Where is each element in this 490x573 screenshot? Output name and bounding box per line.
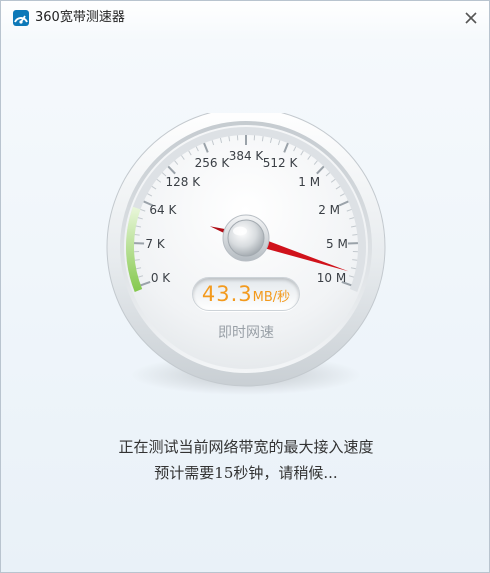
status-line-2: 预计需要15秒钟，请稍候... (154, 464, 338, 482)
gauge-tick-label: 256 K (194, 155, 230, 170)
gauge-minor-tick (352, 259, 358, 261)
gauge-minor-tick (134, 259, 140, 261)
gauge-minor-tick (352, 234, 358, 236)
close-icon (465, 12, 477, 24)
gauge-hub (227, 219, 265, 257)
gauge-tick-label: 2 M (318, 202, 341, 217)
gauge-tick-label: 512 K (262, 155, 298, 170)
gauge-tick-label: 128 K (165, 174, 201, 189)
gauge-tick-label: 0 K (150, 271, 171, 286)
gauge-tick-label: 5 M (326, 236, 348, 251)
speed-test-window: 360宽带测速器 0 K 7 K 64 K 128 K 256 K 384 K … (0, 0, 490, 573)
gauge-tick-label: 1 M (298, 174, 321, 189)
status-line-1: 正在测试当前网络带宽的最大接入速度 (118, 438, 374, 456)
title-bar[interactable]: 360宽带测速器 (1, 1, 489, 35)
window-title: 360宽带测速器 (35, 10, 125, 25)
gauge-tick-label: 7 K (145, 236, 165, 251)
gauge-tick-label: 64 K (149, 202, 177, 217)
gauge-minor-tick (134, 234, 140, 236)
realtime-speed-label: 即时网速 (218, 325, 274, 341)
speed-value: 43.3 (201, 282, 253, 306)
speed-unit: MB/秒 (252, 290, 291, 305)
gauge-tick-label: 10 M (316, 271, 347, 286)
gauge-tick-label: 384 K (228, 149, 264, 163)
close-button[interactable] (459, 7, 483, 29)
speed-readout: 43.3MB/秒 (192, 277, 300, 311)
360-speedometer-icon (13, 10, 29, 26)
